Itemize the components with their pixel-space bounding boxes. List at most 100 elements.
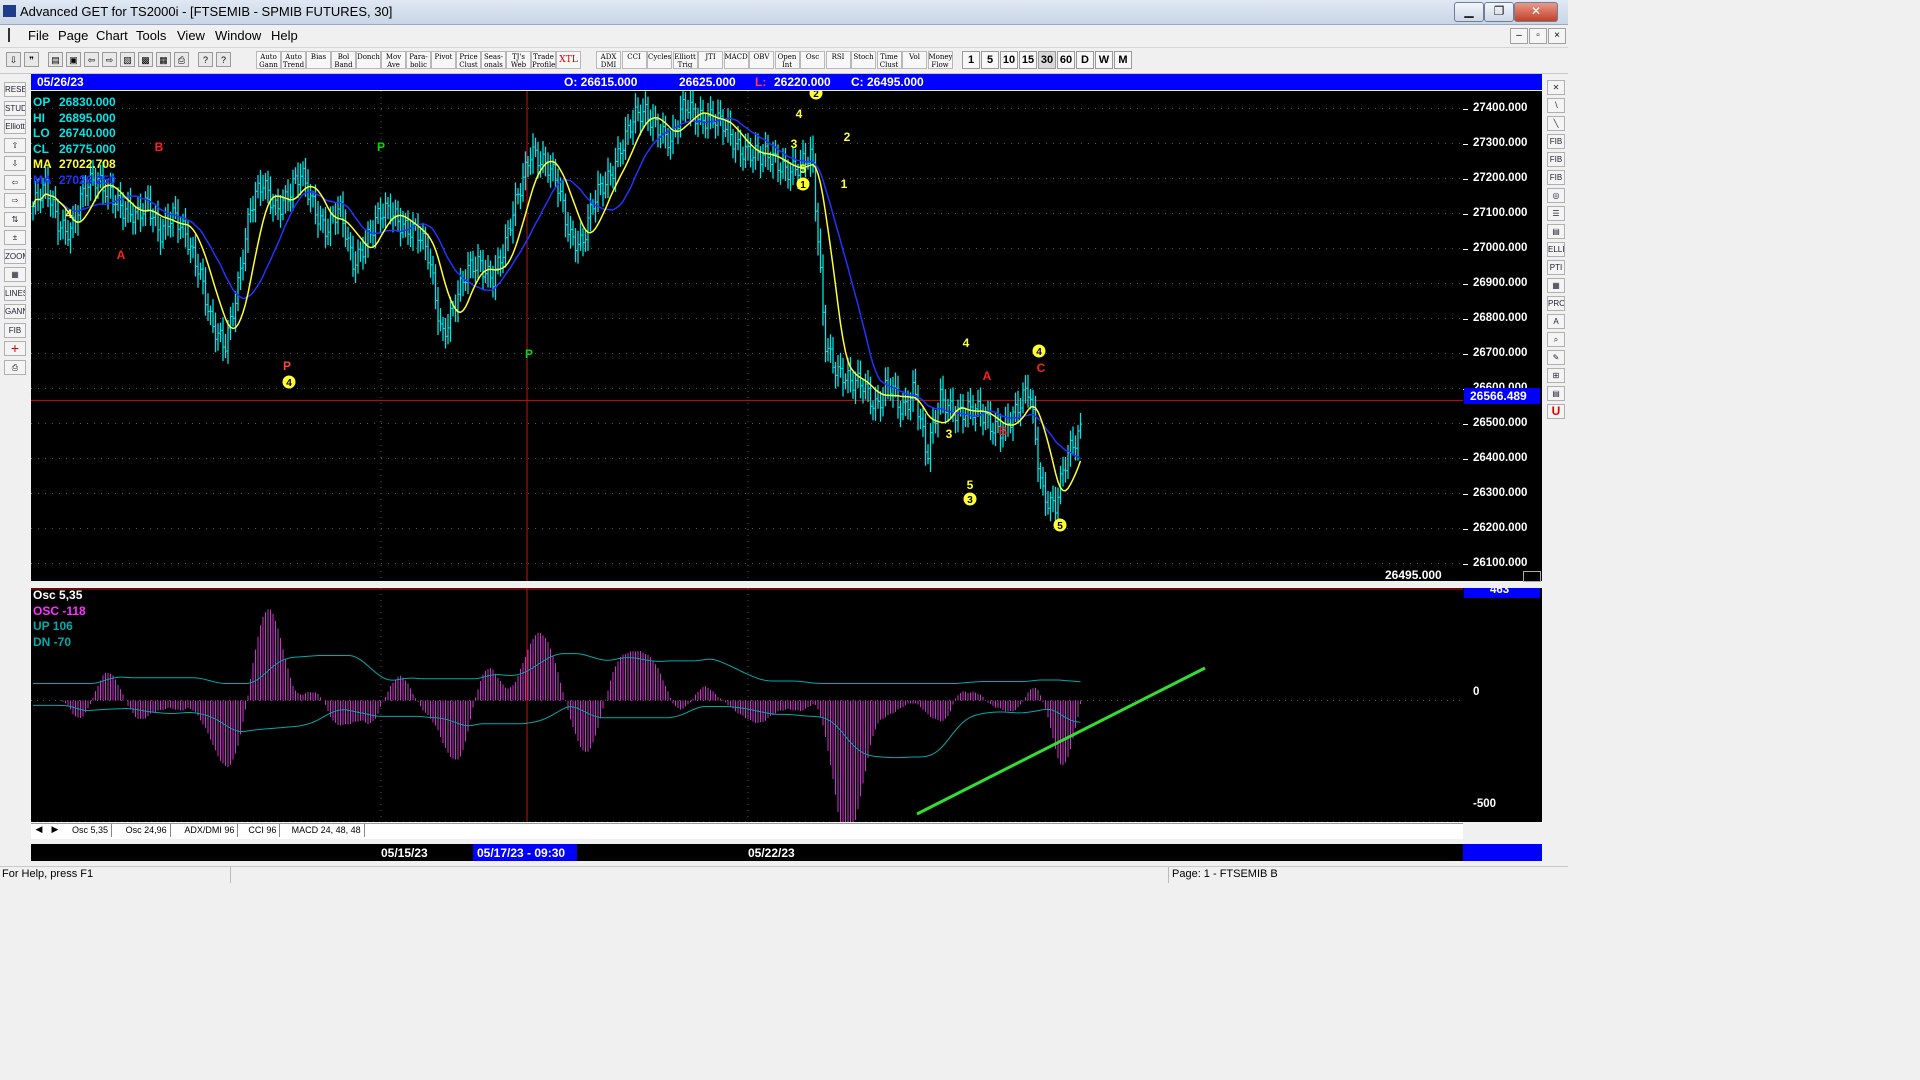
menu-chart[interactable]: Chart xyxy=(96,28,128,43)
tab-1[interactable]: Osc 24,96 xyxy=(123,824,171,837)
tab-scroll-left[interactable]: ◀ xyxy=(33,824,45,837)
tab-4[interactable]: MACD 24, 48, 48 xyxy=(289,824,365,837)
tab-2[interactable]: ADX/DMI 96 xyxy=(181,824,239,837)
right-tool-10[interactable]: PTI xyxy=(1547,260,1565,275)
study-button-5[interactable]: Mov Ave xyxy=(381,51,406,69)
child-restore-button[interactable]: ▫ xyxy=(1529,28,1547,44)
study-button-1[interactable]: Auto Trend xyxy=(281,51,306,69)
price-chart[interactable]: 4ABPP4P243512143AB534C5 OP 26830.000 HI 268… xyxy=(31,86,1463,582)
left-tool-2[interactable]: Elliott xyxy=(4,119,26,134)
left-tool-13[interactable]: FIB xyxy=(4,322,26,338)
right-tool-18[interactable]: U xyxy=(1547,404,1565,419)
tool-icon-0[interactable]: ⇩ xyxy=(6,52,21,67)
left-tool-5[interactable]: ⇦ xyxy=(4,174,26,190)
menu-file[interactable]: File xyxy=(28,28,49,43)
study-button-9[interactable]: Seas-onals xyxy=(481,51,506,69)
menu-tools[interactable]: Tools xyxy=(136,28,166,43)
left-tool-11[interactable]: LINES xyxy=(4,285,26,301)
tool-icon-4[interactable]: ⇦ xyxy=(84,52,99,67)
right-tool-14[interactable]: ⌕ xyxy=(1547,332,1565,347)
indicator-button-5[interactable]: MACD xyxy=(723,51,749,69)
tool-icon-5[interactable]: ⇨ xyxy=(102,52,117,67)
right-tool-2[interactable]: ╲ xyxy=(1547,116,1565,131)
right-tool-16[interactable]: ⊞ xyxy=(1547,368,1565,383)
indicator-button-12[interactable]: Vol xyxy=(902,51,927,69)
left-tool-6[interactable]: ⇨ xyxy=(4,193,26,208)
study-button-8[interactable]: Price Clust xyxy=(456,51,481,69)
left-tool-9[interactable]: ZOOM xyxy=(4,248,26,264)
right-tool-7[interactable]: ☰ xyxy=(1547,206,1565,221)
tab-0[interactable]: Osc 5,35 xyxy=(69,824,113,837)
study-button-7[interactable]: Pivot xyxy=(431,51,456,69)
study-button-3[interactable]: Bol Band xyxy=(331,51,356,69)
study-button-4[interactable]: Donch xyxy=(356,51,381,69)
left-tool-15[interactable]: ⎙ xyxy=(4,359,26,375)
tool-icon-11[interactable]: ? xyxy=(216,52,231,67)
close-button[interactable]: ✕ xyxy=(1514,2,1558,22)
indicator-button-9[interactable]: RSI xyxy=(825,51,851,69)
tab-3[interactable]: CCI 96 xyxy=(245,824,281,837)
tool-icon-3[interactable]: ▣ xyxy=(66,52,81,67)
menu-view[interactable]: View xyxy=(177,28,205,43)
interval-button-D[interactable]: D xyxy=(1076,51,1094,69)
right-tool-13[interactable]: A xyxy=(1547,314,1565,329)
menu-window[interactable]: Window xyxy=(215,28,261,43)
study-button-12[interactable]: XTL xyxy=(556,51,581,69)
right-tool-0[interactable]: ✕ xyxy=(1547,80,1565,95)
child-close-button[interactable]: × xyxy=(1548,28,1566,44)
indicator-button-0[interactable]: ADX DMI xyxy=(596,51,621,69)
left-tool-14[interactable]: + xyxy=(4,341,26,356)
indicator-button-10[interactable]: Stoch xyxy=(851,51,876,69)
interval-button-W[interactable]: W xyxy=(1095,51,1113,69)
oscillator-chart[interactable]: Osc 5,35 OSC -118 UP 106 DN -70 xyxy=(31,588,1463,823)
menu-page[interactable]: Page xyxy=(58,28,88,43)
indicator-button-6[interactable]: OBV xyxy=(749,51,774,69)
interval-button-15[interactable]: 15 xyxy=(1019,51,1037,69)
tool-icon-2[interactable]: ▤ xyxy=(48,52,63,67)
tool-icon-8[interactable]: ▦ xyxy=(156,52,171,67)
right-tool-5[interactable]: FIB TIME xyxy=(1547,170,1565,185)
left-tool-7[interactable]: ⇅ xyxy=(4,211,26,227)
study-button-10[interactable]: TJ's Web xyxy=(506,51,531,69)
left-tool-1[interactable]: STUDY xyxy=(4,100,26,116)
study-button-2[interactable]: Bias xyxy=(306,51,331,69)
child-minimize-button[interactable]: – xyxy=(1510,28,1528,44)
scale-icon[interactable] xyxy=(1523,571,1541,582)
right-tool-12[interactable]: PROB xyxy=(1547,296,1565,311)
left-tool-8[interactable]: ± xyxy=(4,230,26,245)
left-tool-12[interactable]: GANN xyxy=(4,304,26,319)
indicator-button-4[interactable]: JTI xyxy=(698,51,723,69)
tool-icon-10[interactable]: ? xyxy=(198,52,213,67)
indicator-button-1[interactable]: CCI xyxy=(621,51,647,69)
maximize-button[interactable]: ❐ xyxy=(1484,2,1514,22)
right-tool-6[interactable]: ◎ xyxy=(1547,188,1565,203)
divergence-trendline[interactable] xyxy=(916,666,1206,816)
indicator-button-3[interactable]: Elliott Trig xyxy=(672,51,698,69)
left-tool-10[interactable]: ▦ xyxy=(4,267,26,282)
tool-icon-1[interactable]: ❞ xyxy=(24,52,39,67)
interval-button-10[interactable]: 10 xyxy=(1000,51,1018,69)
minimize-button[interactable]: ▁ xyxy=(1454,2,1484,22)
right-tool-9[interactable]: ELLIPS xyxy=(1547,242,1565,257)
right-tool-4[interactable]: FIB EXT xyxy=(1547,152,1565,167)
interval-button-M[interactable]: M xyxy=(1114,51,1132,69)
indicator-button-2[interactable]: Cycles xyxy=(647,51,672,69)
left-tool-0[interactable]: RESET xyxy=(4,82,26,97)
left-tool-3[interactable]: ⇧ xyxy=(4,137,26,153)
right-tool-1[interactable]: ∖ xyxy=(1547,98,1565,113)
menu-help[interactable]: Help xyxy=(271,28,298,43)
interval-button-5[interactable]: 5 xyxy=(981,51,999,69)
study-button-11[interactable]: Trade Profile xyxy=(531,51,556,69)
indicator-button-7[interactable]: Open Int xyxy=(774,51,800,69)
interval-button-1[interactable]: 1 xyxy=(962,51,980,69)
tool-icon-9[interactable]: ⎙ xyxy=(174,52,189,67)
left-tool-4[interactable]: ⇩ xyxy=(4,156,26,171)
interval-button-30[interactable]: 30 xyxy=(1038,51,1056,69)
study-button-6[interactable]: Para-bolic xyxy=(406,51,431,69)
right-tool-3[interactable]: FIB RET xyxy=(1547,134,1565,149)
tool-icon-6[interactable]: ▧ xyxy=(120,52,135,67)
right-tool-8[interactable]: ▤ xyxy=(1547,224,1565,239)
indicator-button-11[interactable]: Time Clust xyxy=(876,51,902,69)
interval-button-60[interactable]: 60 xyxy=(1057,51,1075,69)
indicator-button-8[interactable]: Osc xyxy=(800,51,825,69)
